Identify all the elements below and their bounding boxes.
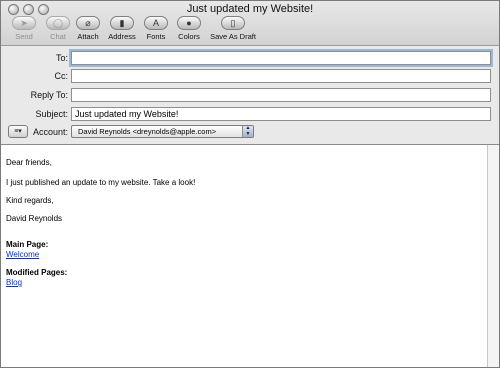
draft-icon: ▯: [221, 16, 245, 30]
address-book-icon: ▮: [110, 16, 134, 30]
vertical-scrollbar[interactable]: [487, 145, 499, 367]
to-field[interactable]: [69, 49, 493, 67]
account-value: David Reynolds <dreynolds@apple.com>: [78, 127, 217, 136]
message-headers: To: Cc: Reply To: Subject: ≡▾ Account: D…: [1, 46, 499, 145]
account-select[interactable]: David Reynolds <dreynolds@apple.com> ▲ ▼: [71, 125, 254, 138]
send-label: Send: [15, 32, 33, 41]
to-label: To:: [55, 53, 68, 63]
reply-to-field[interactable]: [71, 88, 491, 102]
cc-field[interactable]: [71, 69, 491, 83]
send-button[interactable]: ➤ Send: [9, 16, 39, 44]
send-icon: ➤: [12, 16, 36, 30]
account-label: Account:: [32, 127, 68, 137]
address-button[interactable]: ▮ Address: [106, 16, 138, 44]
colors-button[interactable]: ● Colors: [174, 16, 204, 44]
colors-icon: ●: [177, 16, 201, 30]
signature-text: David Reynolds: [6, 214, 63, 223]
chat-button[interactable]: ◯ Chat: [43, 16, 73, 44]
blog-link[interactable]: Blog: [6, 278, 22, 287]
greeting-text: Dear friends,: [6, 158, 52, 167]
body-line: I just published an update to my website…: [6, 178, 196, 187]
save-as-draft-label: Save As Draft: [210, 32, 256, 41]
paperclip-icon: ⌀: [76, 16, 100, 30]
header-options-button[interactable]: ≡▾: [8, 125, 28, 138]
attach-button[interactable]: ⌀ Attach: [73, 16, 103, 44]
window-title: Just updated my Website!: [186, 3, 314, 15]
colors-label: Colors: [178, 32, 200, 41]
save-as-draft-button[interactable]: ▯ Save As Draft: [209, 16, 257, 44]
subject-field[interactable]: [71, 107, 491, 121]
welcome-link[interactable]: Welcome: [6, 250, 39, 259]
closing-text: Kind regards,: [6, 196, 54, 205]
compose-window: Just updated my Website! ➤ Send ◯ Chat ⌀…: [0, 0, 500, 368]
modified-pages-label: Modified Pages:: [6, 268, 68, 277]
cc-label: Cc:: [54, 71, 69, 81]
attach-label: Attach: [77, 32, 99, 41]
chat-icon: ◯: [46, 16, 70, 30]
message-body[interactable]: Dear friends, I just published an update…: [1, 145, 487, 367]
subject-label: Subject:: [35, 109, 68, 119]
main-page-label: Main Page:: [6, 240, 49, 249]
address-label: Address: [108, 32, 136, 41]
fonts-label: Fonts: [146, 32, 166, 41]
fonts-icon: A: [144, 16, 168, 30]
select-arrows-icon: ▲ ▼: [242, 125, 253, 137]
reply-to-label: Reply To:: [30, 90, 68, 100]
toolbar: Just updated my Website! ➤ Send ◯ Chat ⌀…: [1, 1, 499, 46]
fonts-button[interactable]: A Fonts: [141, 16, 171, 44]
chat-label: Chat: [50, 32, 66, 41]
